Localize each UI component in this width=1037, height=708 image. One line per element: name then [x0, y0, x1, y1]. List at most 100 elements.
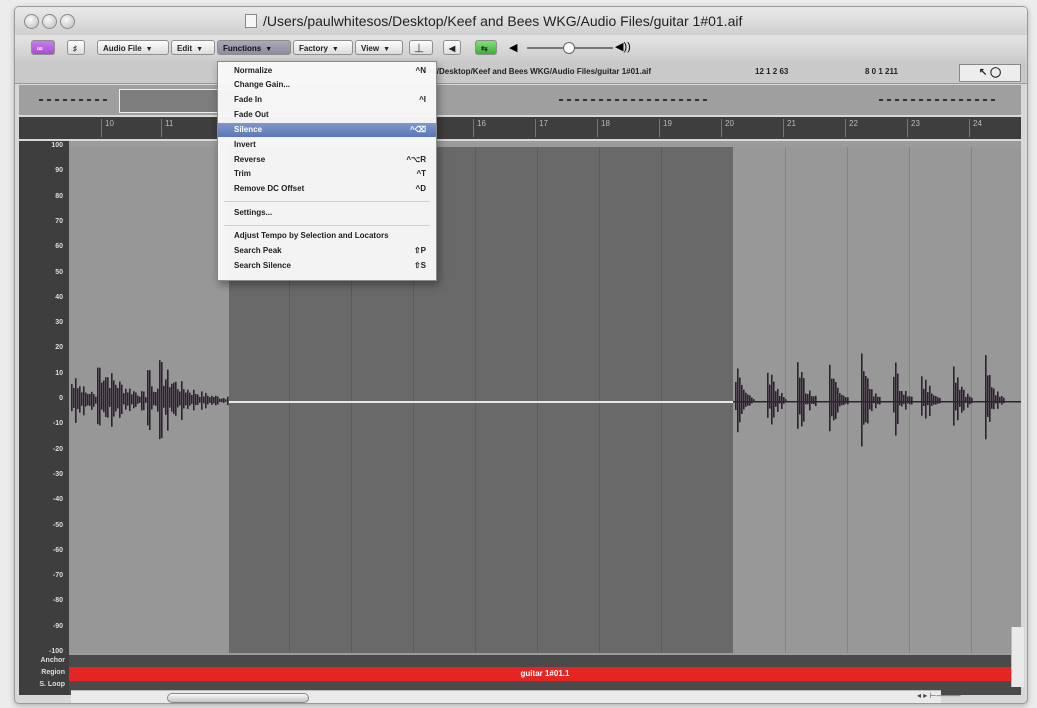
- menu-item-fade-in[interactable]: Fade In ^I: [218, 93, 436, 107]
- waveform-sample: [963, 389, 965, 411]
- waveform-sample: [807, 394, 809, 405]
- waveform-sample: [931, 393, 933, 406]
- waveform-sample: [135, 392, 137, 407]
- menu-item-label: Silence: [234, 125, 263, 134]
- edit-menu[interactable]: Edit ▼: [171, 40, 215, 55]
- waveform-right: [735, 353, 1005, 447]
- menu-item-label: Search Peak: [234, 246, 282, 255]
- waveform-sample: [781, 392, 783, 409]
- waveform-sample: [903, 394, 905, 404]
- audio-file-menu[interactable]: Audio File ▼: [97, 40, 169, 55]
- waveform-sample: [101, 382, 103, 410]
- region-bar[interactable]: guitar 1#01.1: [69, 667, 1021, 681]
- waveform-sample: [223, 398, 225, 403]
- zoom-controls[interactable]: ◂ ▸ ⊢———: [917, 691, 960, 700]
- horizontal-scrollbar[interactable]: [71, 690, 941, 703]
- speaker-low-icon: ◀: [509, 42, 518, 54]
- factory-label: Factory: [299, 44, 328, 53]
- menu-item-search-peak[interactable]: Search Peak ⇧P: [218, 244, 436, 258]
- menu-separator: [224, 225, 430, 226]
- factory-menu[interactable]: Factory ▼: [293, 40, 353, 55]
- waveform-sample: [991, 387, 993, 409]
- waveform-sample: [171, 383, 173, 412]
- menu-item-settings[interactable]: Settings...: [218, 206, 436, 220]
- waveform-sample: [189, 392, 191, 406]
- link-icon[interactable]: ∞: [31, 40, 55, 55]
- zoom-window-button[interactable]: [60, 14, 75, 29]
- play-back-icon[interactable]: ◀: [443, 40, 461, 55]
- functions-menu[interactable]: Functions ▼: [217, 40, 291, 55]
- menu-item-trim[interactable]: Trim ^T: [218, 167, 436, 181]
- loop-label: S. Loop: [39, 681, 65, 688]
- horizontal-scroll-thumb[interactable]: [167, 693, 309, 703]
- editor-toolbar: ∞ ♯ Audio File ▼ Edit ▼ Functions ▼ Factory…: [15, 35, 1027, 62]
- waveform-sample: [175, 381, 177, 416]
- waveform-sample: [863, 371, 865, 425]
- volume-slider-knob[interactable]: [563, 42, 575, 54]
- anchor-lane[interactable]: [69, 655, 1021, 667]
- ruler-tick: 23: [907, 119, 920, 137]
- waveform-sample: [749, 395, 751, 406]
- waveform-sample: [869, 388, 871, 410]
- waveform-sample: [225, 399, 227, 402]
- waveform-sample: [211, 395, 213, 405]
- menu-item-label: Settings...: [234, 208, 273, 217]
- menu-item-label: Fade Out: [234, 110, 269, 119]
- waveform-sample: [169, 387, 171, 408]
- waveform-sample: [207, 395, 209, 405]
- menu-item-remove-dc-offset[interactable]: Remove DC Offset ^D: [218, 182, 436, 196]
- waveform-sample: [219, 398, 221, 403]
- menu-item-invert[interactable]: Invert: [218, 138, 436, 152]
- close-window-button[interactable]: [24, 14, 39, 29]
- menu-item-adjust-tempo[interactable]: Adjust Tempo by Selection and Locators: [218, 229, 436, 243]
- waveform-sample: [987, 375, 989, 417]
- bar-ruler[interactable]: 10 11 16 17 18 19 20 21 22 23 24: [19, 117, 1021, 139]
- menu-item-label: Trim: [234, 169, 251, 178]
- audio-file-label: Audio File: [103, 44, 142, 53]
- ruler-tick: 11: [161, 119, 173, 137]
- waveform-sample: [961, 386, 963, 413]
- waveform-sample: [177, 389, 179, 408]
- waveform-sample: [935, 396, 937, 405]
- waveform-sample: [967, 393, 969, 408]
- vertical-zoom-control[interactable]: [1011, 627, 1024, 687]
- menu-item-silence[interactable]: Silence ^⌫: [218, 123, 436, 137]
- waveform-sample: [801, 372, 803, 427]
- waveform-zoom-icon[interactable]: ⏊: [409, 40, 433, 55]
- waveform-sample: [735, 381, 737, 411]
- menu-item-normalize[interactable]: Normalize ^N: [218, 64, 436, 78]
- waveform-sample: [143, 391, 145, 411]
- menu-item-label: Reverse: [234, 155, 266, 164]
- waveform-sample: [829, 364, 831, 432]
- waveform-sample: [767, 372, 769, 418]
- waveform-sample: [845, 397, 847, 404]
- edit-label: Edit: [177, 44, 193, 53]
- waveform-display[interactable]: 100 90 80 70 60 50 40 30 20 10 0 -10 -20 -30 -40 -50 -60…: [19, 141, 1021, 655]
- menu-item-change-gain[interactable]: Change Gain...: [218, 78, 436, 92]
- catch-icon[interactable]: ♯: [67, 40, 85, 55]
- overview-trace: [879, 99, 999, 101]
- waveform-sample: [155, 392, 157, 406]
- waveform-sample: [909, 396, 911, 405]
- minimize-window-button[interactable]: [42, 14, 57, 29]
- waveform-sample: [741, 384, 743, 414]
- sample-editor-window: /Users/paulwhitesos/Desktop/Keef and Bee…: [14, 6, 1028, 704]
- waveform-sample: [837, 387, 839, 413]
- loop-icon[interactable]: ⇆: [475, 40, 497, 55]
- waveform-sample: [989, 374, 991, 422]
- waveform-sample: [923, 388, 925, 406]
- ruler-tick: 16: [473, 119, 486, 137]
- waveform-sample: [213, 397, 215, 404]
- menu-item-search-silence[interactable]: Search Silence ⇧S: [218, 259, 436, 273]
- tool-selector[interactable]: ↖ ◯: [959, 64, 1021, 82]
- waveform-overview[interactable]: [19, 85, 1021, 115]
- view-menu[interactable]: View ▼: [355, 40, 403, 55]
- menu-item-label: Normalize: [234, 66, 273, 75]
- ruler-tick: 19: [659, 119, 672, 137]
- menu-item-reverse[interactable]: Reverse ^⌥R: [218, 153, 436, 167]
- menu-item-shortcut: ^N: [415, 66, 426, 75]
- position-display-2: 8 0 1 211: [865, 67, 898, 76]
- waveform-sample: [957, 377, 959, 421]
- menu-item-fade-out[interactable]: Fade Out: [218, 108, 436, 122]
- window-title-text: /Users/paulwhitesos/Desktop/Keef and Bee…: [263, 13, 743, 29]
